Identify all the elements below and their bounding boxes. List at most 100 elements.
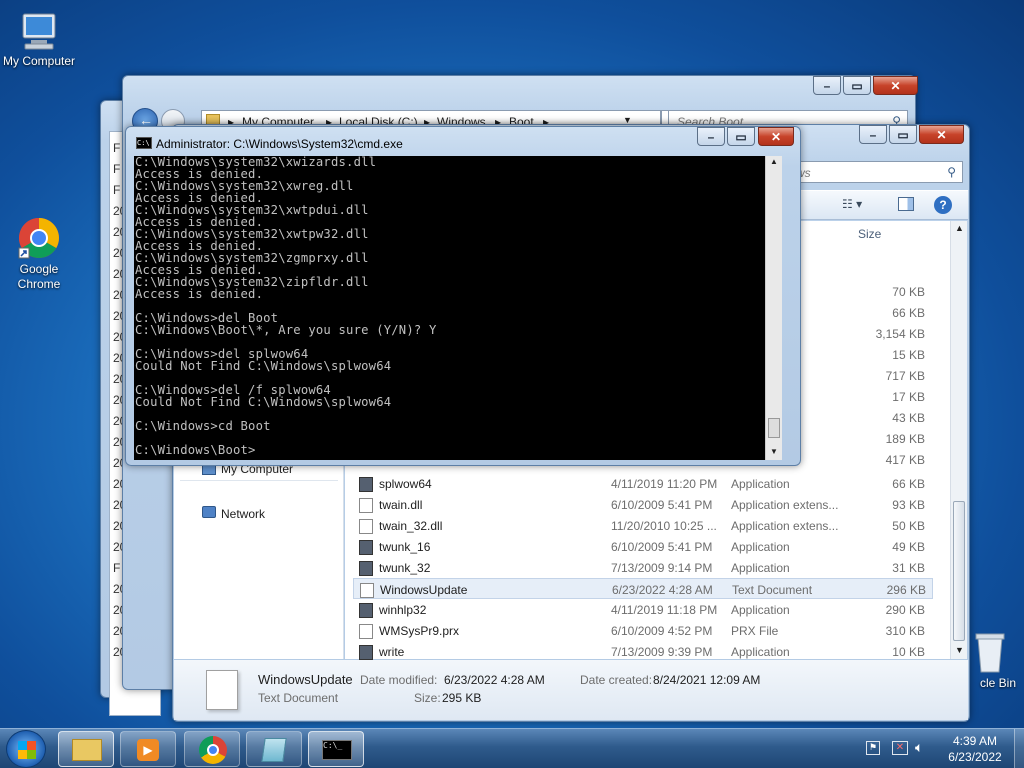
windows-logo-icon (18, 741, 36, 759)
show-desktop-button[interactable] (1014, 729, 1024, 768)
console-line: Could Not Find C:\Windows\splwow64 (135, 359, 392, 373)
file-name: WMSysPr9.prx (379, 624, 460, 638)
file-date: 7/13/2009 9:14 PM (611, 561, 713, 575)
chrome-icon-center (207, 744, 219, 756)
recycle-bin-icon (972, 628, 1008, 674)
console-line: Access is denied. (135, 287, 264, 301)
action-center-icon[interactable]: ⚑ (866, 741, 880, 755)
file-type: Text Document (732, 583, 813, 597)
search-icon: ⚲ (947, 165, 956, 179)
scrollbar[interactable]: ▲ ▼ (950, 221, 967, 659)
minimize-button[interactable]: – (813, 76, 841, 95)
nav-item-label: Network (221, 507, 266, 521)
console-line: Could Not Find C:\Windows\splwow64 (135, 395, 392, 409)
application-icon (359, 561, 373, 576)
file-type: Application (731, 645, 790, 659)
column-header-size[interactable]: Size (858, 227, 881, 241)
file-row[interactable]: twain.dll 6/10/2009 5:41 PM Application ex… (353, 494, 933, 515)
file-name: twunk_32 (379, 561, 431, 575)
file-name: twain_32.dll (379, 519, 443, 533)
file-row[interactable]: WMSysPr9.prx 6/10/2009 4:52 PM PRX File 310… (353, 620, 933, 641)
file-row[interactable]: winhlp32 4/11/2019 11:18 PM Application 290… (353, 599, 933, 620)
file-type: Application (731, 477, 790, 491)
application-icon (359, 645, 373, 660)
file-icon (359, 519, 373, 534)
clock[interactable]: 4:39 AM 6/23/2022 (940, 733, 1010, 765)
file-row[interactable]: twunk_32 7/13/2009 9:14 PM Application 31 K… (353, 557, 933, 578)
nav-item-network[interactable]: Network (180, 504, 338, 524)
file-date: 4/11/2019 11:20 PM (611, 477, 718, 491)
application-icon (359, 477, 373, 492)
file-size: 93 KB (892, 498, 925, 512)
desktop-icon-label: Google Chrome (17, 262, 61, 291)
file-size-cell: 66 KB (892, 306, 925, 320)
desktop-icon-google-chrome[interactable]: Google Chrome (0, 216, 79, 292)
volume-icon[interactable]: 🔈︎ (915, 739, 923, 756)
cmd-icon: C:\_ (322, 740, 352, 760)
scrollbar[interactable]: ▲ ▼ (765, 156, 782, 460)
file-size-cell: 717 KB (885, 369, 925, 383)
file-type: Application (731, 561, 790, 575)
chevron-down-icon[interactable]: ▼ (770, 447, 778, 456)
cmd-title: Administrator: C:\Windows\System32\cmd.e… (156, 137, 403, 151)
chevron-down-icon[interactable]: ▼ (955, 645, 964, 655)
file-size: 31 KB (892, 561, 925, 575)
file-row[interactable]: splwow64 4/11/2019 11:20 PM Application 66 … (353, 473, 933, 494)
cmd-window[interactable]: C:\ Administrator: C:\Windows\System32\c… (125, 126, 801, 466)
file-type: PRX File (731, 624, 779, 638)
chrome-icon (17, 216, 61, 260)
preview-pane-button[interactable] (898, 197, 914, 211)
file-row[interactable]: WindowsUpdate 6/23/2022 4:28 AM Text Docum… (353, 578, 933, 599)
file-row[interactable]: twain_32.dll 11/20/2010 10:25 ... Applicat… (353, 515, 933, 536)
console-output-area[interactable]: C:\Windows\system32\xwizards.dll Access i… (134, 156, 782, 460)
close-button[interactable]: ✕ (758, 127, 794, 146)
search-box[interactable]: ws ⚲ (793, 161, 963, 183)
file-size-cell: 70 KB (892, 285, 925, 299)
file-date: 7/13/2009 9:39 PM (611, 645, 713, 659)
file-size-cell: 3,154 KB (875, 327, 925, 341)
scrollbar-thumb[interactable] (953, 501, 965, 641)
maximize-button[interactable]: ▭ (889, 125, 917, 144)
file-date: 6/10/2009 4:52 PM (611, 624, 713, 638)
console-text: C:\Windows\system32\xwizards.dll Access i… (135, 156, 437, 456)
file-row[interactable]: twunk_16 6/10/2009 5:41 PM Application 49 K… (353, 536, 933, 557)
minimize-button[interactable]: – (697, 127, 725, 146)
file-date: 4/11/2019 11:18 PM (611, 603, 718, 617)
taskbar-explorer-button[interactable] (58, 731, 114, 767)
desktop-icon-my-computer[interactable]: My Computer (0, 10, 79, 69)
taskbar-cmd-button[interactable]: C:\_ (308, 731, 364, 767)
taskbar-media-player-button[interactable]: ▶ (120, 731, 176, 767)
details-size-label: Size: (414, 691, 441, 705)
minimize-button[interactable]: – (859, 125, 887, 144)
taskbar-notepad-button[interactable] (246, 731, 302, 767)
details-modified-value: 6/23/2022 4:28 AM (444, 673, 545, 687)
close-button[interactable]: ✕ (919, 125, 964, 144)
network-status-icon[interactable]: ✕ (892, 741, 908, 755)
close-button[interactable]: ✕ (873, 76, 918, 95)
details-size-value: 295 KB (442, 691, 482, 705)
scrollbar-thumb[interactable] (768, 418, 780, 438)
console-line: C:\Windows\Boot> (135, 443, 256, 457)
taskbar-chrome-button[interactable] (184, 731, 240, 767)
file-name: WindowsUpdate (380, 583, 468, 597)
file-size-cell: 189 KB (885, 432, 925, 446)
start-button[interactable] (6, 730, 46, 768)
view-options-button[interactable]: ☷ ▾ (842, 197, 862, 211)
file-row[interactable]: write 7/13/2009 9:39 PM Application 10 KB (353, 641, 933, 662)
file-size-cell: 17 KB (892, 390, 925, 404)
maximize-button[interactable]: ▭ (727, 127, 755, 146)
computer-icon (17, 10, 61, 52)
chevron-up-icon[interactable]: ▲ (770, 157, 778, 166)
file-name: twain.dll (379, 498, 423, 512)
maximize-button[interactable]: ▭ (843, 76, 871, 95)
help-icon[interactable]: ? (934, 196, 952, 214)
details-pane: WindowsUpdate Text Document Date modifie… (174, 660, 968, 720)
network-icon (202, 506, 216, 518)
chevron-up-icon[interactable]: ▲ (955, 223, 964, 233)
clock-time: 4:39 AM (952, 734, 998, 748)
console-line: C:\Windows>cd Boot (135, 419, 271, 433)
file-size: 310 KB (885, 624, 925, 638)
file-size: 49 KB (892, 540, 925, 554)
file-date: 6/23/2022 4:28 AM (612, 583, 713, 597)
folder-icon (72, 739, 102, 761)
